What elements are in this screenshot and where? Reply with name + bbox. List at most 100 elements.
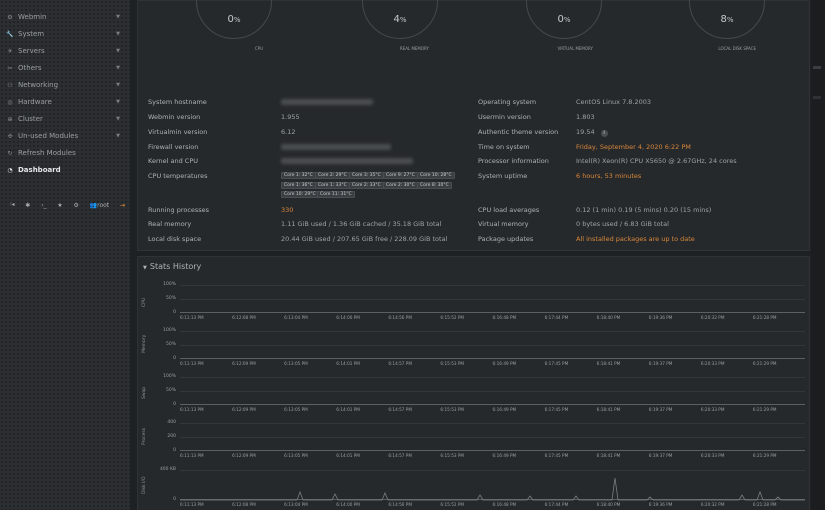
cpu-load-averages-value: 0.12 (1 min) 0.19 (5 mins) 0.20 (15 mins… (576, 206, 712, 214)
x-tick-label: 6:16:49 PM (492, 407, 517, 412)
info-authentic-theme-version: Authentic theme version (478, 128, 559, 136)
stats-chart-disk-i-o: Disk I/O 400 KB 0 6:11:13 PM 6:12:08 PM 6:13:… (138, 466, 811, 510)
disk-io-line (180, 477, 805, 501)
network-icon: ⚇ (7, 81, 13, 89)
theme-version-value: 19.54 i (576, 128, 608, 137)
system-uptime-value[interactable]: 6 hours, 53 minutes (576, 172, 641, 180)
x-tick-label: 6:16:48 PM (492, 315, 517, 320)
time-on-system-value[interactable]: Friday, September 4, 2020 6:22 PM (576, 143, 691, 151)
stats-history-panel: ▼ Stats History CPU 100% 50% 0 6:11:13 PM 6:12… (137, 256, 810, 510)
x-tick-label: 6:18:41 PM (596, 361, 621, 366)
x-tick-label: 6:15:52 PM (440, 502, 465, 507)
package-updates-value[interactable]: All installed packages are up to date (576, 235, 695, 243)
stats-history-header[interactable]: ▼ Stats History (143, 262, 201, 271)
x-tick-label: 6:12:09 PM (232, 361, 256, 366)
dashboard-icon: ◔ (7, 166, 13, 174)
x-tick-label: 6:15:53 PM (440, 407, 465, 412)
usermin-version-value[interactable]: 1.803 (576, 113, 595, 121)
x-tick-label: 6:18:40 PM (596, 315, 621, 320)
sidebar-item-cluster[interactable]: ⊕ Cluster ▼ (0, 111, 130, 127)
gear-icon: ⚙ (7, 13, 13, 21)
y-tick-label: 100% (163, 374, 176, 379)
sidebar-item-webmin[interactable]: ⚙ Webmin ▼ (0, 9, 130, 25)
chevron-down-icon: ▼ (116, 14, 120, 20)
user-menu[interactable]: 👥root (90, 202, 110, 209)
info-system-uptime: System uptime (478, 172, 528, 180)
sidebar-item-servers[interactable]: ✈ Servers ▼ (0, 43, 130, 59)
info-real-memory: Real memory (148, 220, 192, 228)
chart-plot-area[interactable] (180, 423, 805, 451)
x-tick-label: 6:17:44 PM (544, 315, 569, 320)
sidebar-toolbar: ⫶◂ ✱ ›_ ★ ⚙ 👥root ⇥ (10, 200, 125, 210)
x-tick-label: 6:11:13 PM (180, 453, 204, 458)
info-package-updates: Package updates (478, 235, 534, 243)
terminal-icon[interactable]: ›_ (41, 202, 46, 209)
gridline (180, 345, 805, 346)
rocket-icon: ✈ (7, 47, 13, 55)
x-tick-label: 6:20:32 PM (700, 315, 725, 320)
x-tick-label: 6:19:36 PM (648, 315, 673, 320)
x-tick-label: 6:12:08 PM (232, 315, 256, 320)
puzzle-icon: ✣ (7, 132, 13, 140)
scrollbar-thumb[interactable] (813, 66, 821, 69)
sidebar-item-others[interactable]: ✂ Others ▼ (0, 60, 130, 76)
gauge-label: LOCAL DISK SPACE (718, 46, 756, 51)
cpu-temp-badge: Core 11: 31°C (317, 191, 355, 198)
gauge-value: 8% (720, 14, 734, 25)
webmin-version-value[interactable]: 1.955 (281, 113, 300, 121)
info-icon[interactable]: i (600, 130, 608, 137)
chart-plot-area[interactable] (180, 285, 805, 313)
chevron-down-icon: ▼ (116, 31, 120, 37)
x-tick-label: 6:12:08 PM (232, 502, 256, 507)
x-tick-label: 6:18:41 PM (596, 407, 621, 412)
info-processor-information: Processor information (478, 157, 549, 165)
running-processes-value[interactable]: 330 (281, 206, 293, 214)
x-tick-label: 6:20:33 PM (700, 453, 725, 458)
tools-icon: ✂ (7, 64, 13, 72)
sidebar-item-hardware[interactable]: ◎ Hardware ▼ (0, 94, 130, 110)
x-tick-label: 6:14:01 PM (336, 453, 360, 458)
cpu-gauge: 0% CPU (196, 0, 272, 51)
sidebar-item-unused-modules[interactable]: ✣ Un-used Modules ▼ (0, 128, 130, 144)
y-tick-label: 0 (173, 356, 176, 361)
chart-axis-title: Disk I/O (142, 476, 147, 494)
cpu-temp-badge: Core 10: 29°C (281, 191, 319, 198)
chart-plot-area[interactable] (180, 470, 805, 501)
hostname-value-redacted (281, 99, 373, 105)
chart-plot-area[interactable] (180, 377, 805, 405)
settings-icon[interactable]: ⚙ (73, 202, 78, 209)
x-tick-label: 6:16:49 PM (492, 361, 517, 366)
x-tick-label: 6:16:48 PM (492, 502, 517, 507)
cpu-temp-badge: Core 2: 30°C (383, 182, 418, 189)
cpu-temp-badge: Core 2: 33°C (349, 182, 384, 189)
x-tick-label: 6:13:05 PM (284, 453, 308, 458)
y-tick-label: 0 (173, 497, 176, 502)
sidebar-item-refresh-modules[interactable]: ↻ Refresh Modules (0, 145, 130, 161)
sidebar-item-system[interactable]: 🔧 System ▼ (0, 26, 130, 42)
virtualmin-version-value[interactable]: 6.12 (281, 128, 295, 136)
sidebar-item-dashboard[interactable]: ◔ Dashboard (0, 162, 130, 178)
chevron-down-icon: ▼ (116, 133, 120, 139)
y-tick-label: 50% (165, 388, 176, 393)
gauge-value: 0% (227, 14, 241, 25)
chart-icon[interactable]: ⫶◂ (10, 201, 15, 209)
main-content: 0% CPU 4% REAL MEMORY 0% VIRTUAL MEMORY … (130, 0, 825, 510)
x-tick-label: 6:21:29 PM (752, 407, 777, 412)
stats-history-title: Stats History (149, 262, 202, 271)
system-info-panel: 0% CPU 4% REAL MEMORY 0% VIRTUAL MEMORY … (137, 0, 810, 251)
x-tick-label: 6:14:01 PM (336, 361, 360, 366)
info-usermin-version: Usermin version (478, 113, 531, 121)
favorites-star-icon[interactable]: ★ (57, 202, 62, 209)
stats-chart-process: Process 400 200 0 6:11:13 PM 6:12:09 PM 6:13:0… (138, 419, 811, 463)
y-tick-label: 0 (173, 402, 176, 407)
virtual-memory-value: 0 bytes used / 6.83 GiB total (576, 220, 669, 228)
sidebar-item-label: Hardware (18, 98, 52, 106)
logout-icon[interactable]: ⇥ (120, 202, 125, 209)
x-tick-label: 6:21:28 PM (752, 315, 777, 320)
info-kernel-cpu: Kernel and CPU (148, 157, 198, 165)
chart-plot-area[interactable] (180, 331, 805, 359)
chevron-down-icon: ▼ (116, 48, 120, 54)
sidebar-item-networking[interactable]: ⚇ Networking ▼ (0, 77, 130, 93)
info-time-on-system: Time on system (478, 143, 530, 151)
star-burst-icon[interactable]: ✱ (25, 202, 30, 209)
